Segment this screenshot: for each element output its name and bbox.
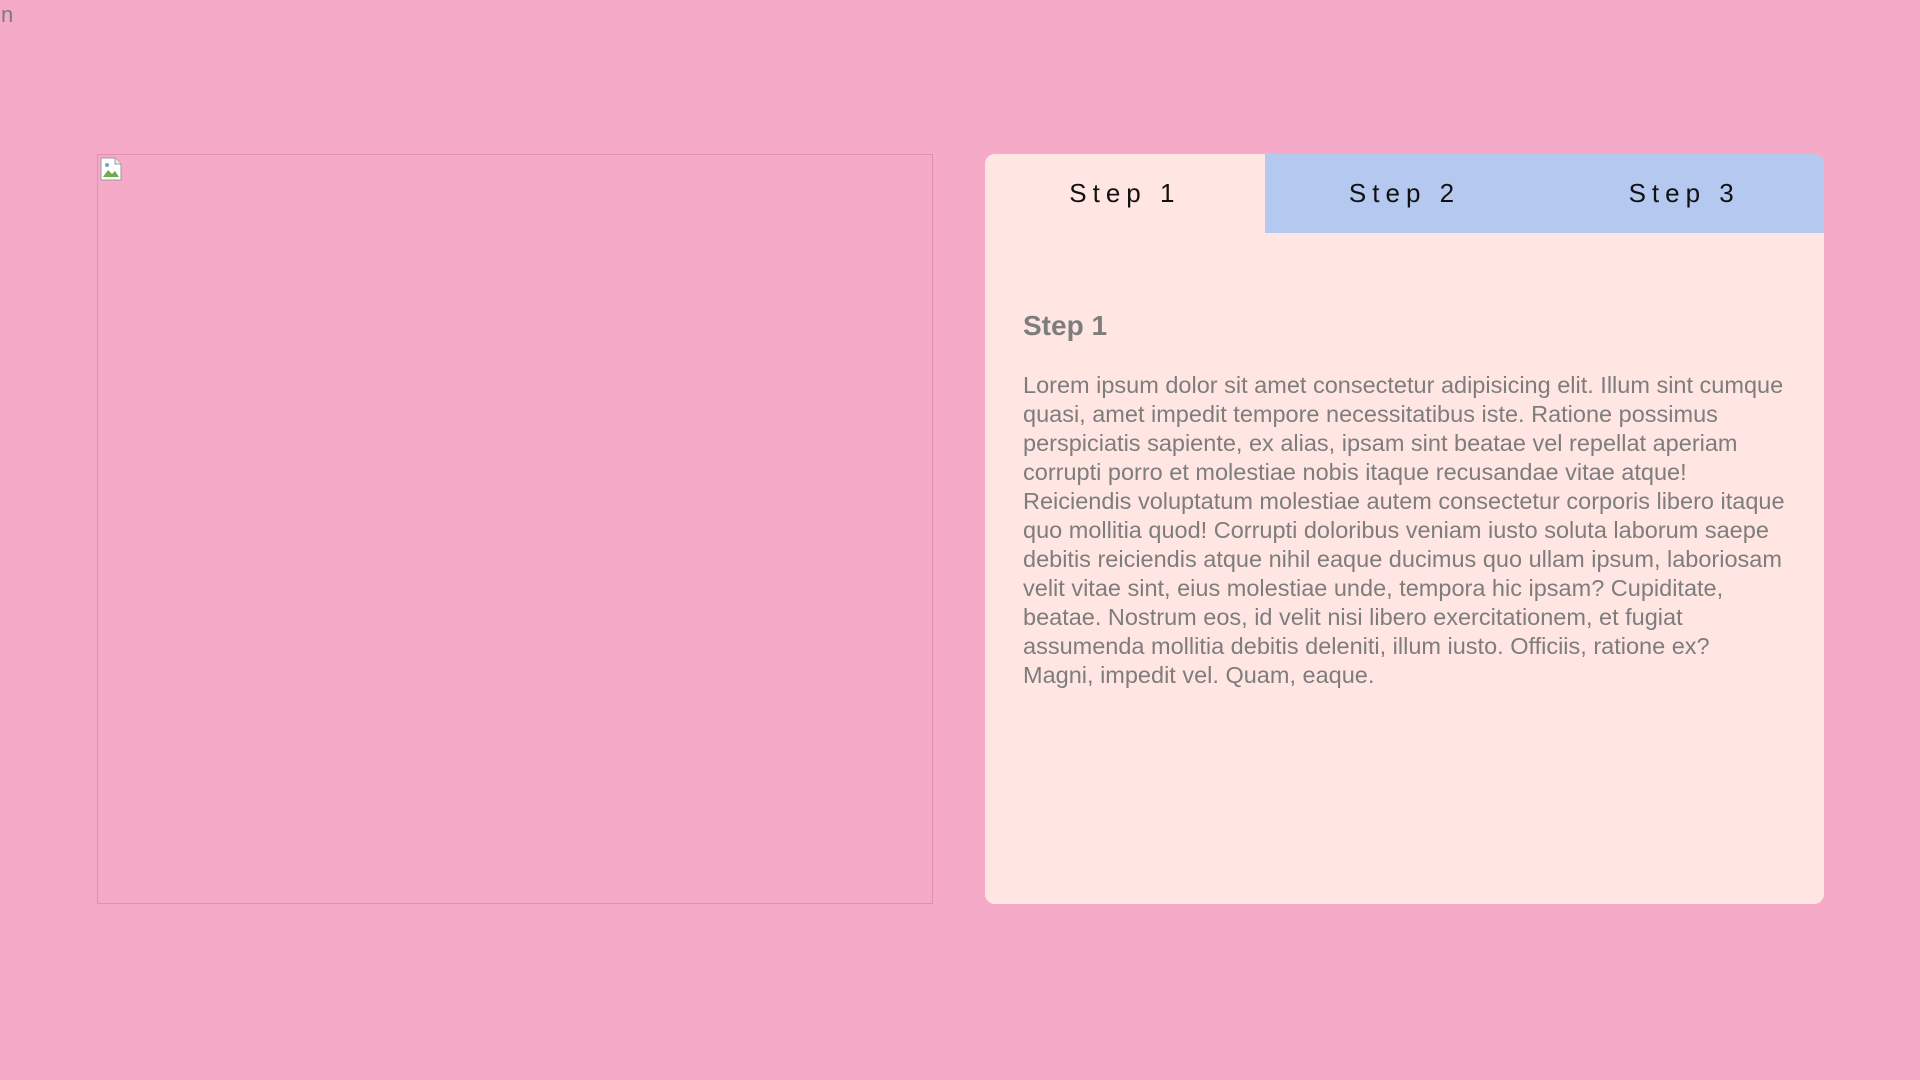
broken-image-icon <box>100 157 122 181</box>
tab-content: Step 1 Lorem ipsum dolor sit amet consec… <box>985 233 1824 690</box>
tab-step-1[interactable]: Step 1 <box>985 154 1265 233</box>
content-body: Lorem ipsum dolor sit amet consectetur a… <box>1023 372 1785 688</box>
tab-step-3[interactable]: Step 3 <box>1544 154 1824 233</box>
tab-bar: Step 1 Step 2 Step 3 <box>985 154 1824 233</box>
content-title: Step 1 <box>1023 310 1108 341</box>
steps-card: Step 1 Step 2 Step 3 Step 1 Lorem ipsum … <box>985 154 1824 904</box>
image-placeholder <box>97 154 933 904</box>
tab-step-2[interactable]: Step 2 <box>1264 154 1545 233</box>
corner-text: n <box>1 2 14 27</box>
